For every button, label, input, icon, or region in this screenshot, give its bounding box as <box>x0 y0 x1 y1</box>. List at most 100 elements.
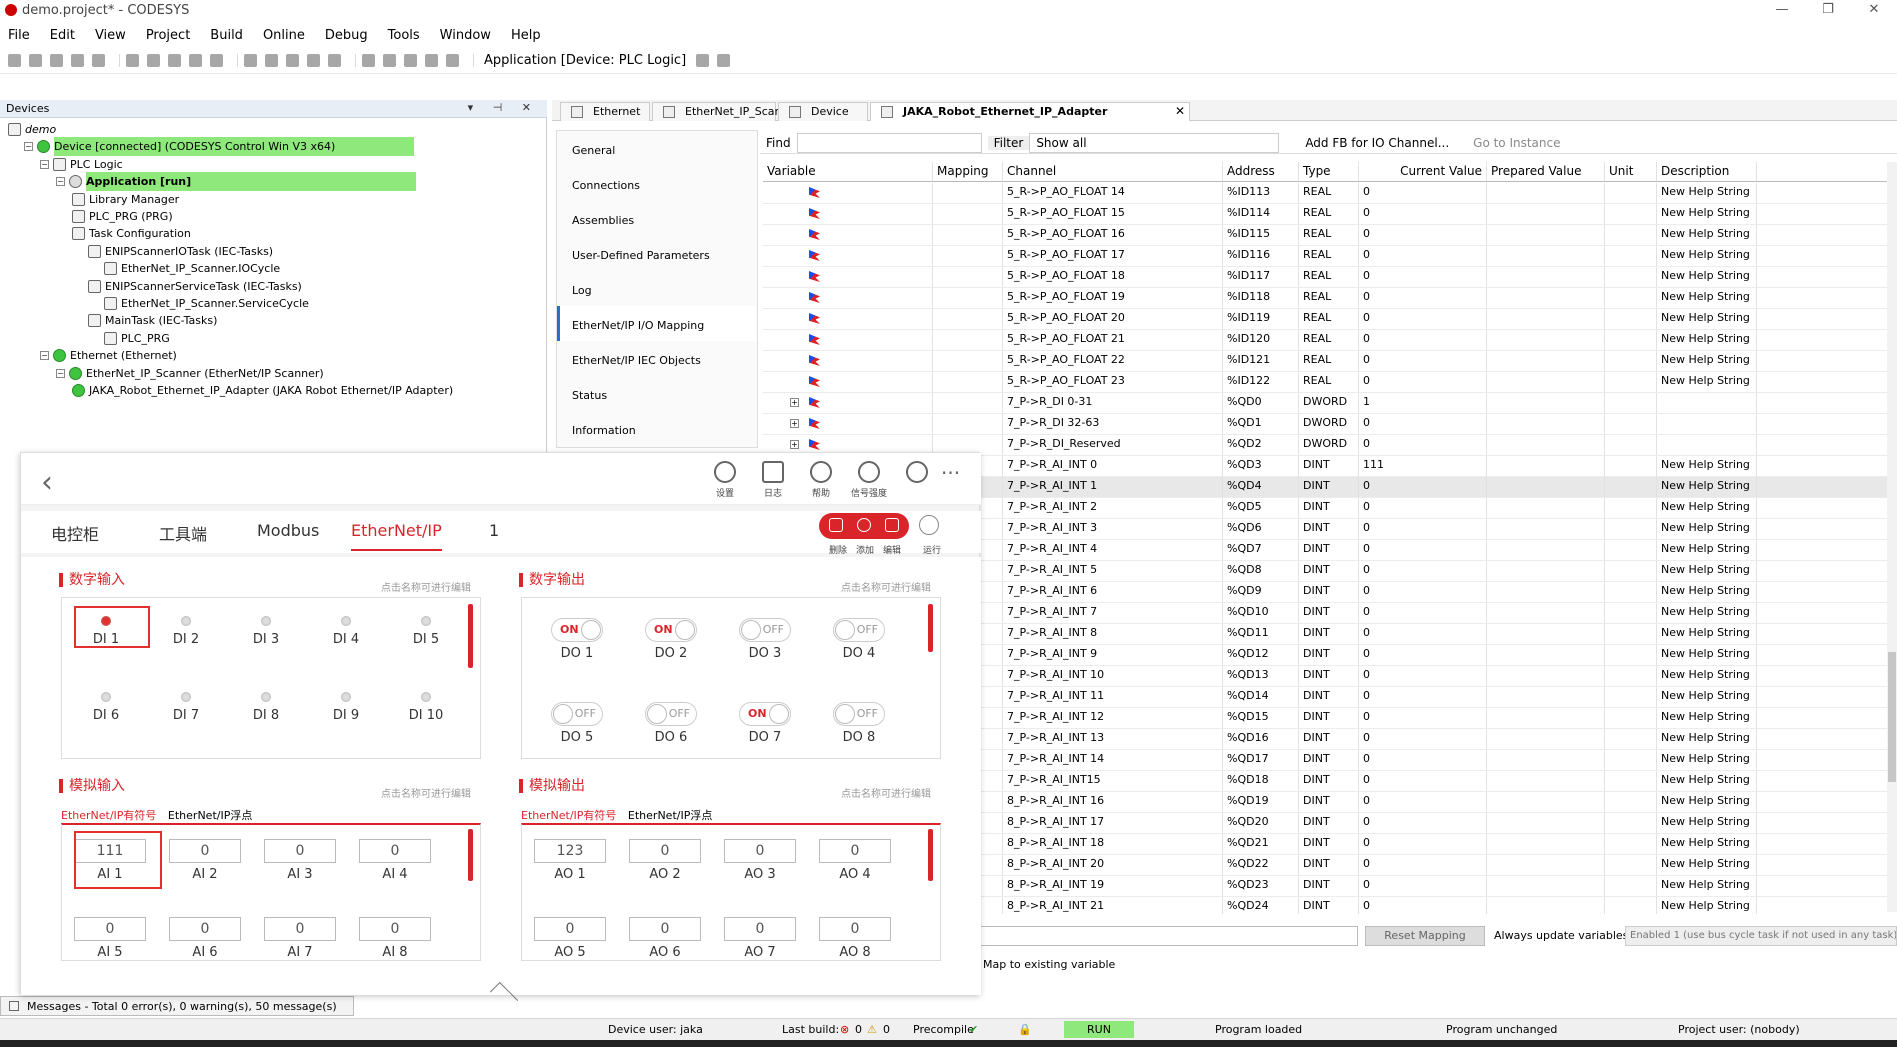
prepared-value-cell[interactable] <box>1487 498 1605 518</box>
prepared-value-cell[interactable] <box>1487 330 1605 350</box>
prepared-value-cell[interactable] <box>1487 351 1605 371</box>
expand-icon[interactable]: + <box>790 440 799 449</box>
prepared-value-cell[interactable] <box>1487 477 1605 497</box>
mapping-cell[interactable] <box>933 183 1003 203</box>
prepared-value-cell[interactable] <box>1487 372 1605 392</box>
mapping-cell[interactable] <box>933 288 1003 308</box>
grid-column-header[interactable]: Unit <box>1605 162 1657 181</box>
toolbar-button-icon[interactable] <box>126 54 139 67</box>
ai-item[interactable]: 0 AI 4 <box>357 839 433 882</box>
restore-icon[interactable]: ❐ <box>1805 0 1851 22</box>
prepared-value-cell[interactable] <box>1487 750 1605 770</box>
variable-cell[interactable]: + <box>763 414 933 434</box>
prepared-value-cell[interactable] <box>1487 855 1605 875</box>
table-row[interactable]: 5_R->P_AO_FLOAT 23 %ID122 REAL 0 New Help St… <box>763 372 1897 393</box>
tree-expander-icon[interactable]: − <box>56 368 65 378</box>
ao-value-field[interactable]: 0 <box>629 839 701 863</box>
grid-column-header[interactable]: Channel <box>1003 162 1223 181</box>
prepared-value-cell[interactable] <box>1487 540 1605 560</box>
tree-node[interactable]: − Device [connected] (CODESYS Control Win… <box>24 137 414 157</box>
toolbar-button-icon[interactable] <box>92 54 105 67</box>
ao-item[interactable]: 0 AO 3 <box>722 839 798 882</box>
prepared-value-cell[interactable] <box>1487 246 1605 266</box>
ai-scroll-indicator[interactable] <box>468 829 473 881</box>
di-item[interactable]: DI 5 <box>396 616 456 647</box>
toolbar-button-icon[interactable] <box>696 54 710 67</box>
toolbar-button-icon[interactable] <box>244 54 257 67</box>
messages-tab[interactable]: Messages - Total 0 error(s), 0 warning(s… <box>0 996 354 1016</box>
table-row[interactable]: 5_R->P_AO_FLOAT 16 %ID115 REAL 0 New Help St… <box>763 225 1897 246</box>
mapping-cell[interactable] <box>933 351 1003 371</box>
add-fb-button[interactable]: Add FB for IO Channel... <box>1299 136 1455 150</box>
ao-value-field[interactable]: 0 <box>819 839 891 863</box>
log-button[interactable]: 日志 <box>749 461 797 499</box>
variable-cell[interactable] <box>763 225 933 245</box>
mapping-cell[interactable] <box>933 204 1003 224</box>
go-to-instance-button[interactable]: Go to Instance <box>1467 136 1566 150</box>
panel-pin-icon[interactable]: ▾ ⊣ ✕ <box>468 101 539 114</box>
editor-tab[interactable]: Device <box>778 102 868 121</box>
tree-node[interactable]: Task Configuration <box>72 224 191 243</box>
variable-cell[interactable] <box>763 309 933 329</box>
ai-item[interactable]: 0 AI 7 <box>262 917 338 960</box>
toolbar-button-icon[interactable] <box>189 54 202 67</box>
ai-value-field[interactable]: 0 <box>264 917 336 941</box>
di-item[interactable]: DI 9 <box>316 692 376 723</box>
always-update-select[interactable]: Enabled 1 (use bus cycle task if not use… <box>1625 926 1897 946</box>
toolbar-button-icon[interactable] <box>425 54 438 67</box>
table-row[interactable]: +7_P->R_DI 0-31 %QD0 DWORD 1 <box>763 393 1897 414</box>
prepared-value-cell[interactable] <box>1487 309 1605 329</box>
tree-node[interactable]: − PLC Logic <box>40 155 123 174</box>
do-toggle[interactable]: OFF <box>833 618 885 642</box>
ao-item[interactable]: 0 AO 2 <box>627 839 703 882</box>
help-button[interactable]: 帮助 <box>797 461 845 499</box>
toolbar-button-icon[interactable] <box>265 54 278 67</box>
variable-cell[interactable] <box>763 183 933 203</box>
mapping-cell[interactable] <box>933 246 1003 266</box>
prepared-value-cell[interactable] <box>1487 456 1605 476</box>
tree-node[interactable]: Library Manager <box>72 190 179 209</box>
io-tab[interactable]: 电控柜 <box>51 521 99 545</box>
grid-column-header[interactable]: Address <box>1223 162 1299 181</box>
ao-item[interactable]: 123 AO 1 <box>532 839 608 882</box>
nav-item[interactable]: Connections <box>557 166 757 201</box>
ai-item[interactable]: 0 AI 5 <box>72 917 148 960</box>
ai-value-field[interactable]: 0 <box>359 839 431 863</box>
mapping-cell[interactable] <box>933 330 1003 350</box>
grid-column-header[interactable]: Prepared Value <box>1487 162 1605 181</box>
tree-node[interactable]: EtherNet_IP_Scanner.ServiceCycle <box>104 294 309 313</box>
io-tab[interactable]: 工具端 <box>159 521 207 545</box>
ai-value-field[interactable]: 0 <box>74 917 146 941</box>
ai-value-field[interactable]: 0 <box>359 917 431 941</box>
ai-item[interactable]: 0 AI 3 <box>262 839 338 882</box>
do-item[interactable]: OFF DO 5 <box>542 702 612 745</box>
ao-value-field[interactable]: 0 <box>724 917 796 941</box>
toolbar-button-icon[interactable] <box>29 54 42 67</box>
prepared-value-cell[interactable] <box>1487 435 1605 455</box>
variable-cell[interactable] <box>763 288 933 308</box>
prepared-value-cell[interactable] <box>1487 729 1605 749</box>
tree-node[interactable]: EtherNet_IP_Scanner.IOCycle <box>104 259 280 278</box>
toolbar-button-icon[interactable] <box>210 54 223 67</box>
do-toggle[interactable]: ON <box>739 702 791 726</box>
tree-expander-icon[interactable]: − <box>24 142 33 152</box>
expand-icon[interactable]: + <box>790 398 799 407</box>
menu-file[interactable]: File <box>8 28 30 43</box>
io-tab[interactable]: EtherNet/IP <box>351 521 442 551</box>
tree-node[interactable]: ENIPScannerServiceTask (IEC-Tasks) <box>88 277 302 296</box>
ao-subtab-int[interactable]: EtherNet/IP有符号 <box>521 809 616 822</box>
toolbar-button-icon[interactable] <box>355 54 356 67</box>
di-item[interactable]: DI 4 <box>316 616 376 647</box>
variable-cell[interactable] <box>763 330 933 350</box>
table-row[interactable]: 5_R->P_AO_FLOAT 18 %ID117 REAL 0 New Help St… <box>763 267 1897 288</box>
menu-help[interactable]: Help <box>511 28 541 43</box>
toolbar-button-icon[interactable] <box>168 54 181 67</box>
prepared-value-cell[interactable] <box>1487 876 1605 896</box>
table-row[interactable]: 5_R->P_AO_FLOAT 19 %ID118 REAL 0 New Help St… <box>763 288 1897 309</box>
menu-online[interactable]: Online <box>263 28 305 43</box>
grid-column-header[interactable]: Variable <box>763 162 933 181</box>
do-item[interactable]: OFF DO 3 <box>730 618 800 661</box>
ai-subtab-float[interactable]: EtherNet/IP浮点 <box>168 809 252 822</box>
mapping-cell[interactable] <box>933 372 1003 392</box>
tree-expander-icon[interactable]: − <box>56 177 65 187</box>
